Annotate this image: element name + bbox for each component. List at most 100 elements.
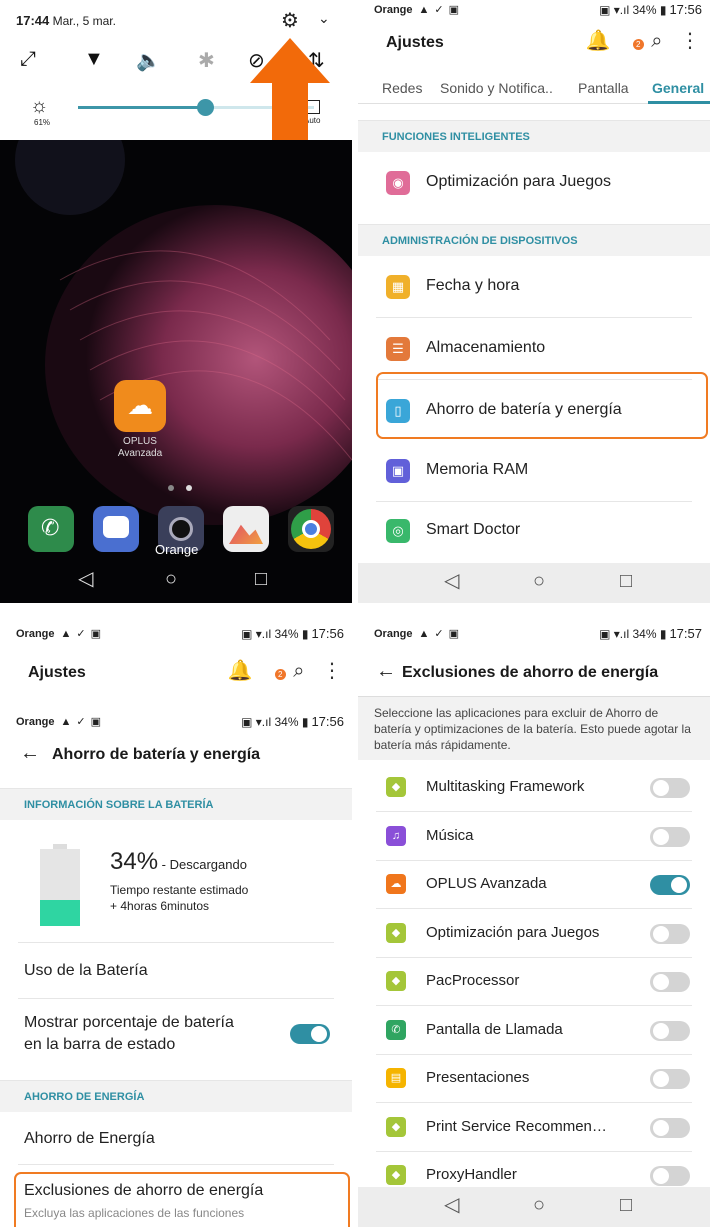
notification-bell-icon[interactable]: 🔔 2	[228, 658, 286, 683]
tab-general[interactable]: General	[652, 80, 704, 96]
phone-app-icon[interactable]: ✆	[28, 506, 74, 552]
carrier: Orange ▲✓▣	[16, 715, 106, 728]
app-row[interactable]: ☁ OPLUS Avanzada	[358, 861, 710, 909]
exclusion-toggle[interactable]	[650, 1117, 690, 1138]
toggle-knob	[653, 1022, 669, 1039]
energy-saving-item[interactable]: Ahorro de Energía	[24, 1128, 155, 1150]
exclusion-toggle[interactable]	[650, 1069, 690, 1089]
back-arrow-icon[interactable]: ←	[20, 742, 40, 765]
exclusion-toggle[interactable]	[650, 875, 690, 895]
estimate-label: Tiempo restante estimado	[110, 883, 249, 897]
tab-sonido[interactable]: Sonido y Notifica..	[440, 80, 553, 96]
more-options-icon[interactable]: ⋮	[680, 28, 700, 53]
toggle-knob	[653, 780, 669, 796]
recents-icon[interactable]: □	[620, 1195, 632, 1215]
divider	[18, 998, 334, 999]
app-label: Música	[426, 826, 474, 844]
recents-icon[interactable]: □	[255, 569, 267, 589]
app-row[interactable]: ▤ Presentaciones	[358, 1055, 710, 1103]
screenshot-icon[interactable]: ⤢	[20, 48, 36, 71]
carrier: Orange ▲✓▣	[16, 627, 106, 640]
notification-badge: 2	[632, 39, 644, 50]
back-icon[interactable]: ◁	[78, 569, 93, 589]
toggle-knob	[653, 1168, 669, 1184]
exclusion-toggle[interactable]	[650, 826, 690, 847]
settings-item-ram[interactable]: ▣ Memoria RAM	[358, 440, 710, 502]
app-row[interactable]: ✆ Pantalla de Llamada	[358, 1007, 710, 1055]
wifi-icon[interactable]: ▼	[84, 48, 104, 71]
notification-badge: 2	[274, 669, 286, 680]
search-icon[interactable]: ⌕	[293, 660, 304, 683]
settings-general-screen: Orange ▲✓▣ ▣ ▾.ıl 34% ▮ 17:56 Ajustes 🔔 2 ⌕…	[358, 0, 710, 603]
messages-app-icon[interactable]	[93, 506, 139, 552]
exclusion-toggle[interactable]	[650, 1166, 690, 1186]
page-title: Exclusiones de ahorro de energía	[402, 664, 659, 681]
settings-gear-icon[interactable]: ⚙	[281, 8, 299, 33]
qs-clock: 17:44 Mar., 5 mar.	[16, 13, 116, 28]
notification-bell-icon[interactable]: 🔔 2	[586, 28, 644, 53]
exclusion-toggle[interactable]	[650, 778, 690, 798]
notification-icons: ▲✓▣	[418, 4, 465, 16]
app-row[interactable]: ◆ Multitasking Framework	[358, 764, 710, 812]
home-icon[interactable]: ○	[533, 1195, 545, 1215]
battery-settings-screen: Orange ▲✓▣ ▣ ▾.ıl 34% ▮ 17:56 Ajustes 🔔 2 ⌕…	[0, 624, 352, 1227]
qs-time: 17:44	[16, 13, 50, 28]
settings-item-doctor[interactable]: ◎ Smart Doctor	[358, 500, 710, 562]
show-percent-item[interactable]: Mostrar porcentaje de batería en la barr…	[24, 1012, 234, 1056]
doctor-icon: ◎	[386, 519, 410, 543]
home-icon[interactable]: ○	[533, 571, 545, 591]
exclusion-toggle[interactable]	[650, 972, 690, 992]
bluetooth-icon[interactable]: ✱	[198, 48, 215, 73]
battery-percent: 34% - Descargando	[110, 848, 247, 876]
page-title: Ajustes	[28, 664, 86, 681]
page-dot	[168, 485, 174, 491]
oplus-app-label: OPLUS Avanzada	[114, 436, 166, 460]
show-percent-toggle[interactable]	[290, 1024, 330, 1044]
more-options-icon[interactable]: ⋮	[322, 658, 342, 683]
music-icon: ♫	[386, 825, 406, 846]
brightness-knob[interactable]	[197, 99, 215, 116]
home-icon[interactable]: ○	[165, 569, 177, 589]
settings-item-storage[interactable]: ☰ Almacenamiento	[358, 318, 710, 380]
oplus-app[interactable]: ☁ OPLUS Avanzada	[114, 380, 166, 460]
battery-status: - Descargando	[158, 857, 247, 872]
nav-bar: ◁ ○ □	[358, 563, 710, 603]
tab-redes[interactable]: Redes	[382, 80, 422, 96]
back-icon[interactable]: ◁	[444, 571, 459, 591]
android-icon: ◆	[386, 1116, 406, 1137]
app-bar: ← Ahorro de batería y energía	[0, 736, 352, 774]
settings-item-label: Memoria RAM	[426, 461, 529, 478]
battery-percent-value: 34%	[110, 848, 159, 875]
settings-item-games[interactable]: ◉ Optimización para Juegos	[358, 152, 710, 214]
battery-estimate: Tiempo restante estimado + 4horas 6minut…	[110, 882, 248, 914]
section-header-info: INFORMACIÓN SOBRE LA BATERÍA	[0, 788, 352, 820]
page-dot-active	[186, 485, 192, 491]
orange-arrow-icon	[250, 38, 330, 148]
back-arrow-icon[interactable]: ←	[376, 660, 396, 683]
recents-icon[interactable]: □	[620, 571, 632, 591]
settings-item-label: Smart Doctor	[426, 521, 521, 538]
back-icon[interactable]: ◁	[444, 1195, 459, 1215]
chrome-app-icon[interactable]	[288, 506, 334, 552]
search-icon[interactable]: ⌕	[651, 30, 662, 53]
tab-pantalla[interactable]: Pantalla	[578, 80, 629, 96]
toggle-knob	[653, 974, 669, 990]
app-row[interactable]: ◆ PacProcessor	[358, 958, 710, 1006]
app-row[interactable]: ◆ Print Service Recommen…	[358, 1104, 710, 1152]
exclusion-toggle[interactable]	[650, 923, 690, 944]
status-right: ▣ ▾.ıl 34% ▮ 17:56	[241, 626, 344, 641]
app-row[interactable]: ♫ Música	[358, 813, 710, 861]
app-row[interactable]: ◆ Optimización para Juegos	[358, 910, 710, 958]
phone-icon: ✆	[386, 1019, 406, 1040]
battery-usage-item[interactable]: Uso de la Batería	[24, 960, 148, 982]
battery-text: 34%	[274, 627, 299, 641]
gallery-app-icon[interactable]	[223, 506, 269, 552]
battery-body	[40, 849, 80, 926]
toggle-knob	[653, 1119, 669, 1136]
sound-icon[interactable]: 🔈	[136, 48, 161, 73]
exclusion-toggle[interactable]	[650, 1020, 690, 1041]
notification-icons: ▲✓▣	[418, 628, 465, 640]
settings-item-date[interactable]: ▦ Fecha y hora	[358, 256, 710, 318]
status-right: ▣ ▾.ıl 34% ▮ 17:57	[599, 626, 702, 641]
chevron-down-icon[interactable]: ⌄	[318, 10, 330, 27]
